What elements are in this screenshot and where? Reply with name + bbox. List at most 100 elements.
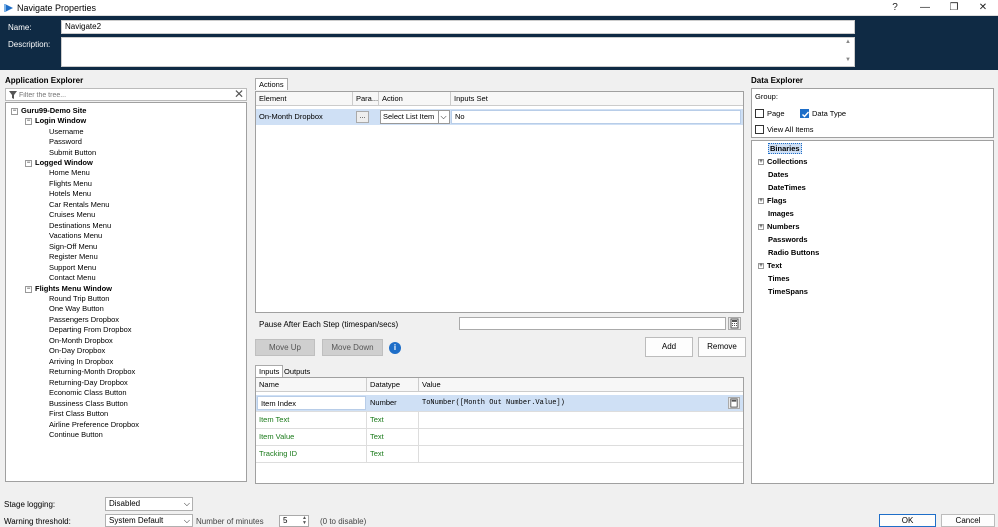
tree-item[interactable]: Departing From Dropbox: [49, 325, 132, 334]
tree-item[interactable]: First Class Button: [49, 409, 108, 418]
data-item[interactable]: DateTimes: [768, 183, 806, 192]
tree-item[interactable]: Round Trip Button: [49, 294, 109, 303]
remove-button[interactable]: Remove: [698, 337, 746, 357]
data-item[interactable]: Binaries: [768, 143, 802, 154]
data-item[interactable]: + Text: [758, 261, 782, 270]
data-item[interactable]: TimeSpans: [768, 287, 808, 296]
maximize-button[interactable]: ❐: [941, 1, 967, 15]
collapse-icon[interactable]: −: [25, 117, 32, 125]
scroll-up-icon[interactable]: ▲: [845, 39, 851, 45]
calculator-icon[interactable]: [728, 317, 741, 330]
tab-outputs[interactable]: Outputs: [281, 366, 313, 377]
tab-inputs[interactable]: Inputs: [255, 365, 284, 377]
minutes-stepper[interactable]: 5 ▲ ▼: [279, 515, 309, 527]
tree-item[interactable]: Home Menu: [49, 168, 90, 177]
tab-actions[interactable]: Actions: [255, 78, 288, 90]
tree-item[interactable]: Passengers Dropbox: [49, 315, 119, 324]
tree-item[interactable]: Flights Menu: [49, 179, 92, 188]
col-action[interactable]: Action: [379, 92, 451, 106]
col-inputs-set[interactable]: Inputs Set: [451, 92, 743, 106]
tree-item[interactable]: Vacations Menu: [49, 231, 102, 240]
move-down-button[interactable]: Move Down: [322, 339, 383, 356]
ok-button[interactable]: OK: [879, 514, 936, 527]
tree-item[interactable]: Submit Button: [49, 148, 96, 157]
data-item[interactable]: + Flags: [758, 196, 787, 205]
tree-item[interactable]: Destinations Menu: [49, 221, 111, 230]
add-button[interactable]: Add: [645, 337, 693, 357]
tree-item[interactable]: Sign-Off Menu: [49, 242, 97, 251]
tree-item[interactable]: Username: [49, 127, 84, 136]
data-item[interactable]: Radio Buttons: [768, 248, 819, 257]
expand-icon[interactable]: +: [758, 159, 764, 166]
page-checkbox[interactable]: [755, 109, 764, 118]
col-params[interactable]: Para...: [353, 92, 379, 106]
info-icon[interactable]: i: [389, 342, 401, 354]
tree-item[interactable]: Hotels Menu: [49, 189, 91, 198]
stage-logging-dropdown[interactable]: Disabled ⌵: [105, 497, 193, 511]
expand-icon[interactable]: +: [758, 263, 764, 270]
data-item[interactable]: + Collections: [758, 157, 807, 166]
tree-group[interactable]: − Logged Window: [25, 158, 93, 167]
table-row[interactable]: Item Value Text: [256, 429, 743, 446]
stepper-arrows-icon[interactable]: ▲ ▼: [302, 516, 307, 526]
data-item[interactable]: Times: [768, 274, 790, 283]
table-row[interactable]: Tracking ID Text: [256, 446, 743, 463]
chevron-down-icon[interactable]: ⌵: [184, 515, 190, 527]
expand-icon[interactable]: +: [758, 224, 764, 231]
tree-group[interactable]: − Login Window: [25, 116, 86, 125]
view-all-checkbox[interactable]: [755, 125, 764, 134]
tree-group[interactable]: − Flights Menu Window: [25, 284, 112, 293]
collapse-icon[interactable]: −: [25, 285, 32, 293]
tree-item[interactable]: Contact Menu: [49, 273, 96, 282]
tree-item[interactable]: Continue Button: [49, 430, 103, 439]
chevron-down-icon[interactable]: ⌵: [184, 498, 190, 510]
tree-item[interactable]: Airline Preference Dropbox: [49, 420, 139, 429]
tree-item[interactable]: Car Rentals Menu: [49, 200, 109, 209]
tree-item[interactable]: Password: [49, 137, 82, 146]
pause-field[interactable]: [459, 317, 726, 330]
data-item[interactable]: Dates: [768, 170, 788, 179]
data-item[interactable]: Images: [768, 209, 794, 218]
tree-filter[interactable]: ✕: [5, 87, 247, 101]
tree-item[interactable]: Returning-Day Dropbox: [49, 378, 128, 387]
col-datatype[interactable]: Datatype: [367, 378, 419, 392]
minimize-button[interactable]: —: [912, 1, 938, 15]
collapse-icon[interactable]: −: [11, 107, 18, 115]
action-row[interactable]: On-Month Dropbox ... Select List Item ⌵ N…: [256, 109, 743, 125]
tree-item[interactable]: On-Day Dropbox: [49, 346, 105, 355]
tree-item[interactable]: Arriving In Dropbox: [49, 357, 113, 366]
tree-item[interactable]: Support Menu: [49, 263, 96, 272]
data-item[interactable]: Passwords: [768, 235, 808, 244]
tree-item[interactable]: Bussiness Class Button: [49, 399, 128, 408]
warning-threshold-dropdown[interactable]: System Default ⌵: [105, 514, 193, 527]
scroll-down-icon[interactable]: ▼: [845, 57, 851, 63]
data-item[interactable]: + Numbers: [758, 222, 800, 231]
tree-item[interactable]: Cruises Menu: [49, 210, 95, 219]
action-dropdown[interactable]: Select List Item ⌵: [380, 110, 450, 124]
close-button[interactable]: ✕: [970, 1, 996, 15]
collapse-icon[interactable]: −: [25, 159, 32, 167]
tree-item[interactable]: Economic Class Button: [49, 388, 127, 397]
clear-filter-icon[interactable]: ✕: [234, 87, 244, 101]
cancel-button[interactable]: Cancel: [941, 514, 995, 527]
input-value[interactable]: ToNumber([Month Out Number.Value]): [419, 395, 719, 411]
params-button[interactable]: ...: [356, 111, 369, 123]
table-row[interactable]: Item Index Number ToNumber([Month Out Nu…: [256, 395, 743, 412]
col-value[interactable]: Value: [419, 378, 743, 392]
expand-icon[interactable]: +: [758, 198, 764, 205]
tree-item[interactable]: On-Month Dropbox: [49, 336, 113, 345]
move-up-button[interactable]: Move Up: [255, 339, 315, 356]
tree-root[interactable]: − Guru99-Demo Site: [11, 106, 86, 115]
name-field[interactable]: Navigate2: [61, 20, 855, 34]
tree-item[interactable]: One Way Button: [49, 304, 104, 313]
datatype-checkbox[interactable]: [800, 109, 810, 118]
description-field[interactable]: [61, 37, 855, 67]
help-button[interactable]: ?: [882, 1, 908, 15]
col-element[interactable]: Element: [256, 92, 353, 106]
col-name[interactable]: Name: [256, 378, 367, 392]
table-row[interactable]: Item Text Text: [256, 412, 743, 429]
tree-item[interactable]: Register Menu: [49, 252, 98, 261]
tree-item[interactable]: Returning-Month Dropbox: [49, 367, 135, 376]
chevron-down-icon[interactable]: ⌵: [438, 111, 448, 123]
calculator-icon[interactable]: [728, 397, 740, 409]
